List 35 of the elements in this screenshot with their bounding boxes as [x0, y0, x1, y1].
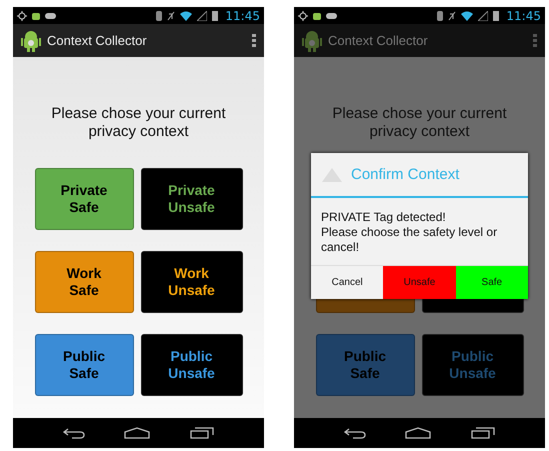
wifi-icon: [461, 10, 474, 20]
overflow-menu-icon[interactable]: [252, 34, 256, 48]
app-title: Context Collector: [47, 33, 148, 48]
android-app-icon: [21, 30, 41, 52]
gps-icon: [298, 10, 308, 20]
mute-icon: [448, 10, 456, 20]
android-app-icon: [302, 30, 322, 52]
dialog-unsafe-button[interactable]: Unsafe: [383, 266, 456, 299]
status-time: 11:45: [506, 8, 541, 22]
home-icon[interactable]: [124, 427, 150, 439]
dialog-title: Confirm Context: [351, 166, 460, 183]
signal-icon: [197, 10, 208, 20]
gps-icon: [17, 10, 27, 20]
prompt-text: Please chose your current privacy context: [50, 105, 227, 141]
dialog-cancel-button[interactable]: Cancel: [311, 266, 384, 299]
mute-icon: [167, 10, 176, 20]
safe-button[interactable]: Public Safe: [34, 334, 134, 396]
battery-icon: [493, 10, 500, 20]
home-icon[interactable]: [405, 427, 432, 439]
safe-button[interactable]: Work Safe: [34, 251, 134, 313]
recent-apps-icon[interactable]: [190, 427, 214, 439]
back-icon[interactable]: [62, 427, 85, 439]
recent-apps-icon[interactable]: [471, 427, 496, 439]
signal-icon: [478, 10, 488, 20]
unsafe-button[interactable]: Work Unsafe: [140, 251, 242, 313]
safe-button[interactable]: Private Safe: [34, 168, 134, 230]
status-time: 11:45: [225, 8, 260, 22]
unsafe-button[interactable]: Public Unsafe: [140, 334, 242, 396]
dialog-safe-button[interactable]: Safe: [456, 266, 528, 299]
battery-icon: [212, 10, 218, 20]
unsafe-button[interactable]: Private Unsafe: [140, 168, 242, 230]
wifi-icon: [180, 10, 192, 20]
app-title: Context Collector: [328, 33, 429, 48]
back-icon[interactable]: [344, 427, 366, 439]
prompt-text: Please chose your current privacy context: [331, 105, 508, 141]
